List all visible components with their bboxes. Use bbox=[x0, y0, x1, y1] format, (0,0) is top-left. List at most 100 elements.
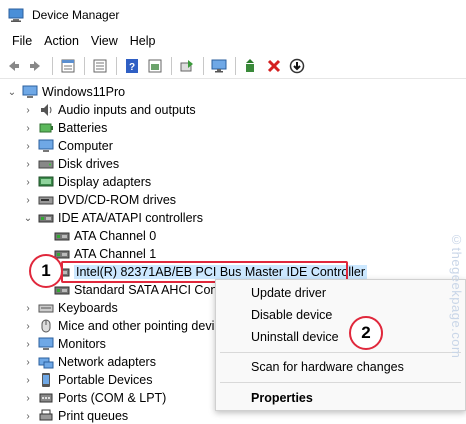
menu-separator bbox=[220, 352, 461, 353]
help-button[interactable]: ? bbox=[121, 55, 143, 77]
tree-item-disk-drives[interactable]: › Disk drives bbox=[22, 155, 119, 173]
tree-item-network-adapters[interactable]: › Network adapters bbox=[22, 353, 156, 371]
printer-icon bbox=[39, 409, 53, 421]
tree-item-mice[interactable]: › Mice and other pointing devi bbox=[22, 317, 214, 335]
svg-text:?: ? bbox=[129, 62, 135, 73]
tree-item-ide-controllers[interactable]: ⌄ IDE ATA/ATAPI controllers bbox=[22, 209, 203, 227]
tree-item-label: Display adapters bbox=[58, 175, 152, 189]
tree-item-audio[interactable]: › Audio inputs and outputs bbox=[22, 101, 196, 119]
portable-icon bbox=[42, 373, 50, 387]
chevron-right-icon[interactable]: › bbox=[22, 356, 34, 368]
tree-item-label: Network adapters bbox=[58, 355, 156, 369]
chevron-right-icon[interactable]: › bbox=[22, 194, 34, 206]
show-hidden-icon bbox=[148, 59, 162, 72]
chevron-right-icon[interactable]: › bbox=[22, 374, 34, 386]
tree-item-label: Disk drives bbox=[58, 157, 120, 171]
chevron-right-icon[interactable]: › bbox=[22, 392, 34, 404]
tree-item-label: Audio inputs and outputs bbox=[58, 103, 196, 117]
tree-item-sata-ahci[interactable]: Standard SATA AHCI Contr bbox=[54, 281, 225, 299]
dvd-icon bbox=[38, 196, 54, 205]
toolbar-separator bbox=[52, 56, 53, 75]
forward-icon bbox=[30, 60, 40, 71]
tree-item-ports[interactable]: › Ports (COM & LPT) bbox=[22, 389, 166, 407]
tree-root[interactable]: ⌄ Windows11Pro bbox=[6, 83, 125, 101]
tree-item-keyboards[interactable]: › Keyboards bbox=[22, 299, 117, 317]
tree-item-portable-devices[interactable]: › Portable Devices bbox=[22, 371, 153, 389]
monitor-icon bbox=[211, 59, 227, 72]
chevron-right-icon[interactable]: › bbox=[22, 140, 34, 152]
tree-item-label: Mice and other pointing devi bbox=[58, 319, 215, 333]
chevron-right-icon[interactable]: › bbox=[22, 176, 34, 188]
chevron-down-icon[interactable]: ⌄ bbox=[22, 212, 34, 224]
chevron-down-icon[interactable]: ⌄ bbox=[6, 86, 18, 98]
menu-scan-hardware[interactable]: Scan for hardware changes bbox=[251, 360, 404, 374]
scan-button[interactable] bbox=[176, 55, 198, 77]
tree-item-label: ATA Channel 1 bbox=[74, 247, 157, 261]
ide-icon bbox=[38, 214, 54, 223]
chevron-right-icon[interactable]: › bbox=[22, 302, 34, 314]
toolbar-separator bbox=[171, 56, 172, 75]
menu-help[interactable]: Help bbox=[124, 34, 162, 48]
title-bar: Device Manager bbox=[0, 0, 466, 30]
step-callout-1: 1 bbox=[29, 254, 63, 288]
menu-update-driver[interactable]: Update driver bbox=[251, 286, 326, 300]
menu-disable-device[interactable]: Disable device bbox=[251, 308, 332, 322]
disable-button[interactable] bbox=[286, 55, 308, 77]
tree-item-batteries[interactable]: › Batteries bbox=[22, 119, 107, 137]
menu-properties[interactable]: Properties bbox=[251, 391, 313, 405]
chevron-right-icon[interactable]: › bbox=[22, 158, 34, 170]
chevron-right-icon[interactable]: › bbox=[22, 104, 34, 116]
menu-bar: File Action View Help bbox=[0, 31, 466, 51]
step-callout-2: 2 bbox=[349, 316, 383, 350]
tree-item-computer[interactable]: › Computer bbox=[22, 137, 113, 155]
tree-item-label: ATA Channel 0 bbox=[74, 229, 157, 243]
context-menu: Update driver Disable device Uninstall d… bbox=[215, 279, 466, 411]
update-driver-button[interactable] bbox=[240, 55, 262, 77]
tree-item-label: Computer bbox=[58, 139, 113, 153]
tree-item-dvd[interactable]: › DVD/CD-ROM drives bbox=[22, 191, 176, 209]
toolbar-separator bbox=[235, 56, 236, 75]
display-icon bbox=[38, 176, 54, 187]
tree-item-display-adapters[interactable]: › Display adapters bbox=[22, 173, 151, 191]
disable-icon bbox=[289, 58, 305, 73]
back-button[interactable] bbox=[2, 55, 24, 77]
mouse-icon bbox=[41, 319, 51, 333]
details-icon bbox=[93, 59, 107, 72]
show-hidden-button[interactable] bbox=[144, 55, 166, 77]
network-icon bbox=[38, 357, 54, 369]
uninstall-icon bbox=[267, 59, 281, 72]
scan-icon bbox=[180, 59, 193, 71]
menu-uninstall-device[interactable]: Uninstall device bbox=[251, 330, 339, 344]
audio-icon bbox=[41, 104, 52, 116]
menu-view[interactable]: View bbox=[85, 34, 124, 48]
keyboard-icon bbox=[38, 304, 54, 313]
chevron-right-icon[interactable]: › bbox=[22, 320, 34, 332]
monitor-icon bbox=[38, 337, 54, 350]
chevron-right-icon[interactable]: › bbox=[22, 410, 34, 422]
monitor-button[interactable] bbox=[208, 55, 230, 77]
tree-item-label: DVD/CD-ROM drives bbox=[58, 193, 177, 207]
forward-button[interactable] bbox=[25, 55, 47, 77]
computer-icon bbox=[38, 139, 54, 152]
chevron-right-icon[interactable]: › bbox=[22, 122, 34, 134]
menu-file[interactable]: File bbox=[6, 34, 38, 48]
tree-item-ata-channel-0[interactable]: ATA Channel 0 bbox=[54, 227, 156, 245]
details-button[interactable] bbox=[89, 55, 111, 77]
computer-icon bbox=[22, 85, 38, 98]
back-icon bbox=[9, 60, 19, 71]
tree-item-label: Print queues bbox=[58, 409, 129, 423]
chevron-right-icon[interactable]: › bbox=[22, 338, 34, 350]
window-title: Device Manager bbox=[32, 8, 120, 22]
uninstall-button[interactable] bbox=[263, 55, 285, 77]
device-manager-icon bbox=[8, 8, 24, 22]
properties-button[interactable] bbox=[57, 55, 79, 77]
tree-item-print-queues[interactable]: › Print queues bbox=[22, 407, 128, 424]
disk-icon bbox=[38, 160, 54, 169]
ide-icon bbox=[54, 232, 70, 241]
battery-icon bbox=[39, 123, 53, 133]
tree-item-monitors[interactable]: › Monitors bbox=[22, 335, 106, 353]
properties-icon bbox=[61, 59, 75, 72]
toolbar-separator bbox=[203, 56, 204, 75]
menu-action[interactable]: Action bbox=[38, 34, 85, 48]
port-icon bbox=[39, 393, 53, 403]
